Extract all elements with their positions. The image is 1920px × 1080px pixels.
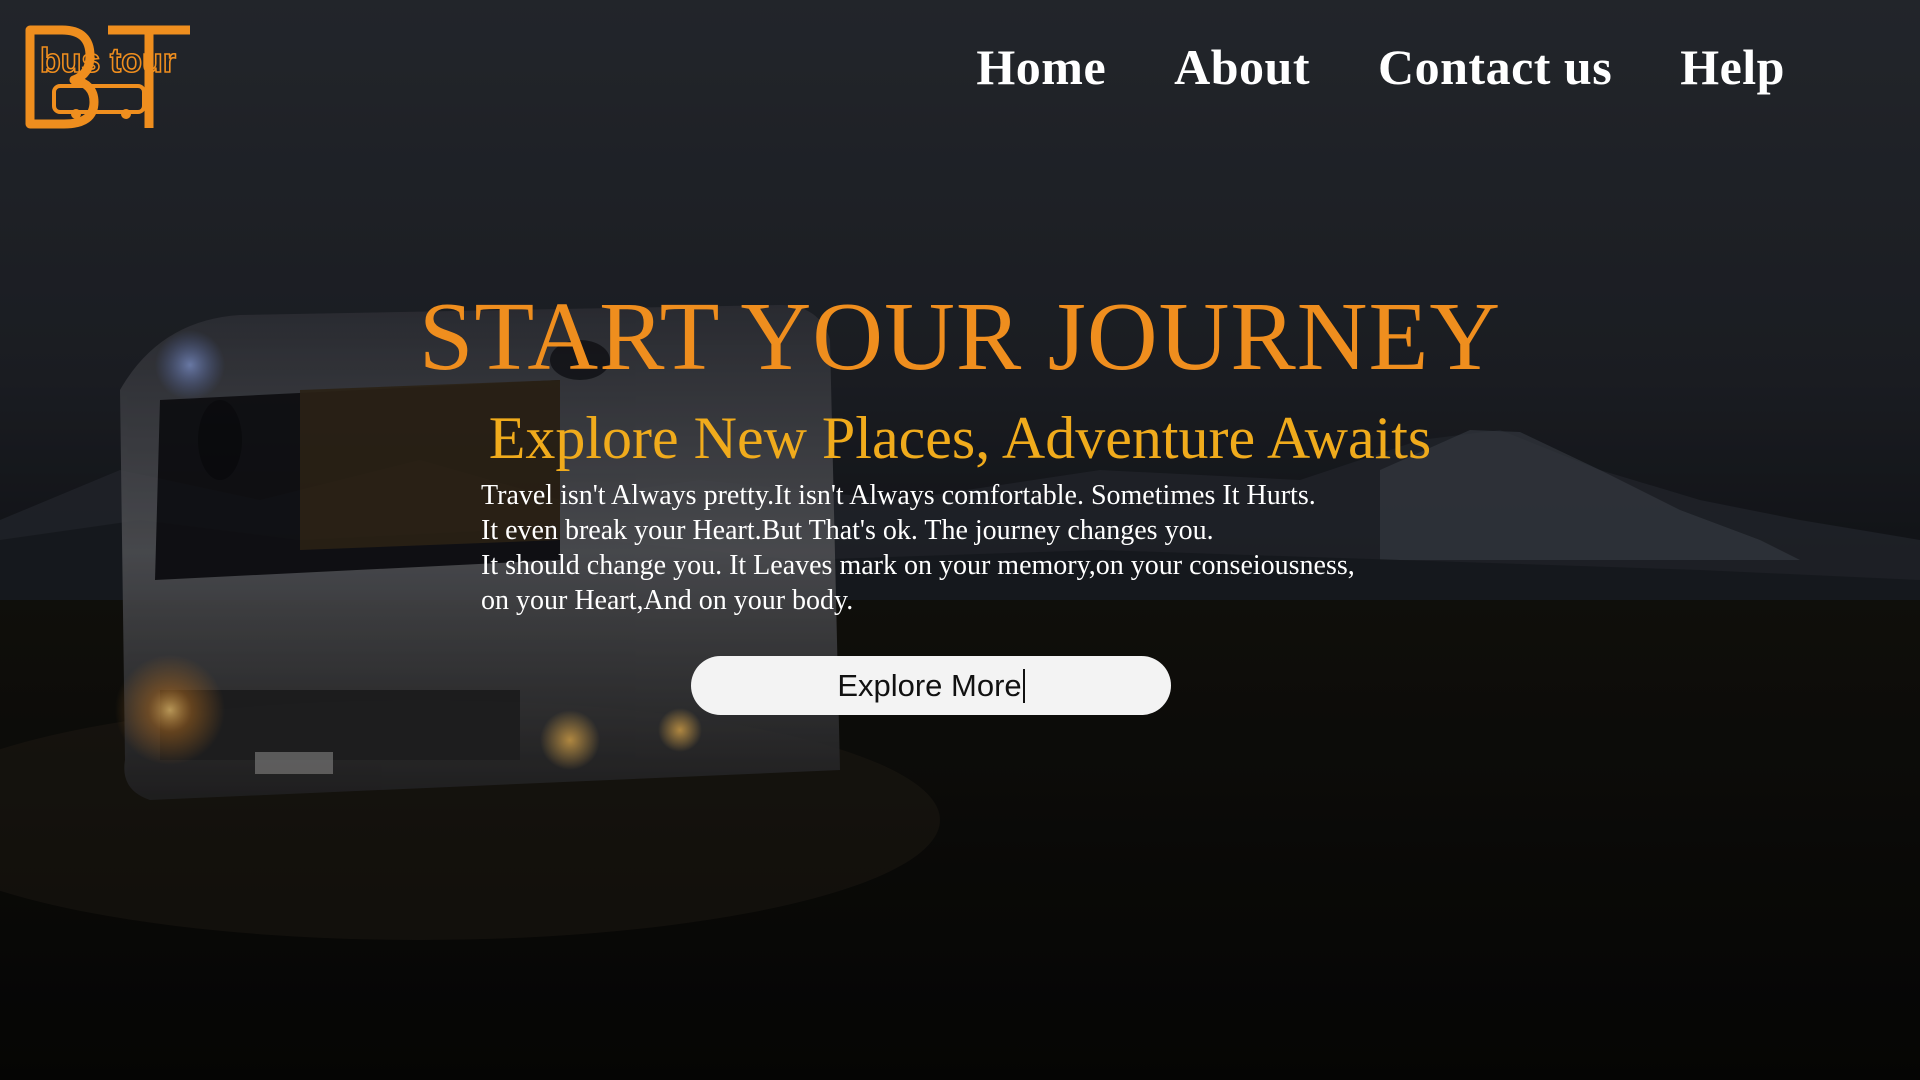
explore-more-button[interactable]: Explore More	[691, 656, 1171, 715]
hero-title: START YOUR JOURNEY	[418, 283, 1502, 391]
hero-paragraph-line: It even break your Heart.But That's ok. …	[481, 515, 1214, 546]
hero-paragraph: Travel isn't Always pretty.It isn't Alwa…	[481, 478, 1481, 618]
svg-text:bus tour: bus tour	[40, 42, 176, 80]
landing-page: bus tour Home About Contact us Help STAR…	[0, 0, 1920, 1080]
text-cursor	[1022, 668, 1025, 703]
hero-paragraph-line: on your Heart,And on your body.	[481, 585, 854, 616]
main-nav: Home About Contact us Help	[976, 42, 1785, 92]
nav-about-link[interactable]: About	[1174, 42, 1310, 92]
hero-paragraph-line: It should change you. It Leaves mark on …	[481, 550, 1355, 581]
nav-help-link[interactable]: Help	[1680, 42, 1785, 92]
nav-contact-link[interactable]: Contact us	[1378, 42, 1612, 92]
hero-subtitle: Explore New Places, Adventure Awaits	[488, 405, 1432, 471]
hero-paragraph-line: Travel isn't Always pretty.It isn't Alwa…	[481, 480, 1316, 511]
bus-tour-logo[interactable]: bus tour	[24, 24, 196, 134]
nav-home-link[interactable]: Home	[976, 42, 1106, 92]
explore-more-label: Explore More	[837, 667, 1022, 703]
